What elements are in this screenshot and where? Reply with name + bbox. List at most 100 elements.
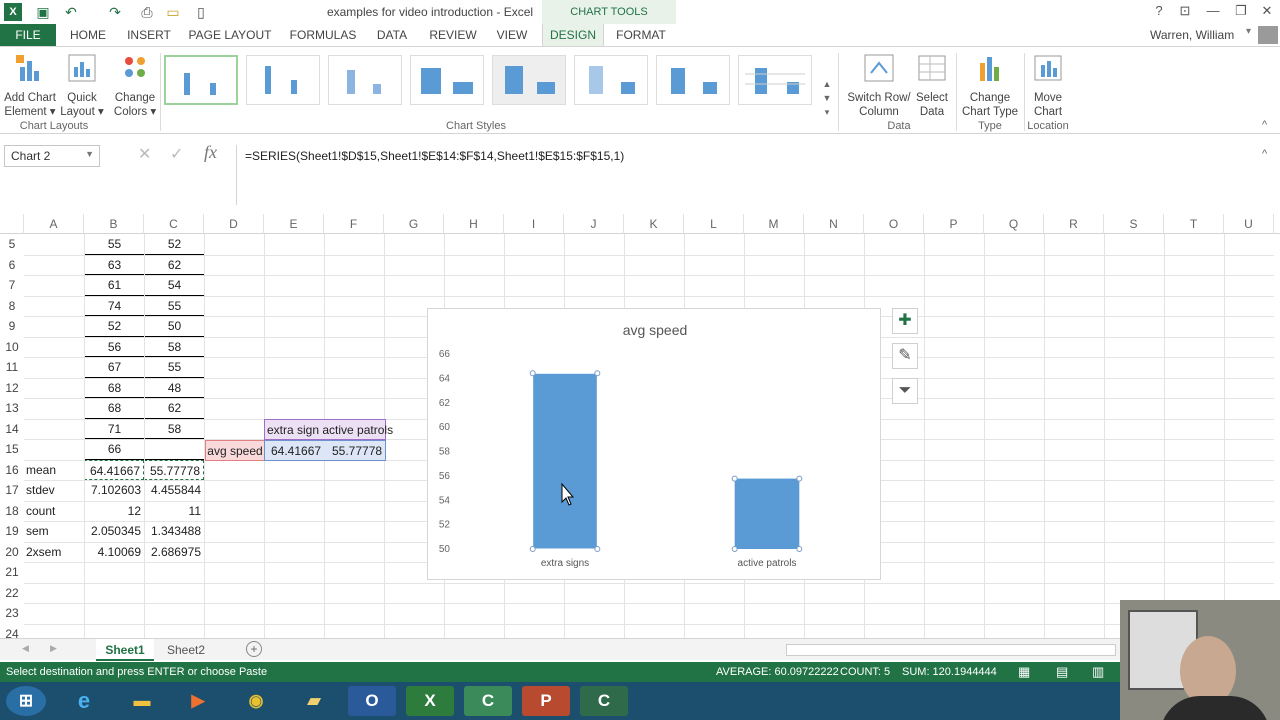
column-header[interactable]: M bbox=[744, 214, 804, 234]
cell-c[interactable]: 48 bbox=[144, 377, 205, 398]
row-header[interactable]: 21 bbox=[0, 562, 24, 583]
cell-b[interactable]: 4.10069 bbox=[84, 542, 144, 563]
sheet-tab-sheet2[interactable]: Sheet2 bbox=[158, 639, 214, 661]
collapse-ribbon-icon[interactable]: ^ bbox=[1262, 119, 1267, 131]
name-box[interactable]: Chart 2 ▼ bbox=[4, 145, 100, 167]
row-header[interactable]: 9 bbox=[0, 316, 24, 337]
page-layout-view-icon[interactable]: ▤ bbox=[1056, 664, 1068, 680]
column-header[interactable]: F bbox=[324, 214, 384, 234]
row-header[interactable]: 17 bbox=[0, 480, 24, 501]
column-header[interactable]: C bbox=[144, 214, 204, 234]
chart-style-7[interactable] bbox=[656, 55, 730, 105]
cell-b[interactable]: 71 bbox=[84, 418, 145, 439]
cell-b[interactable]: 63 bbox=[84, 254, 145, 275]
cell-b[interactable] bbox=[84, 562, 144, 583]
column-header[interactable]: U bbox=[1224, 214, 1274, 234]
cell-b[interactable] bbox=[84, 583, 144, 604]
cell-a[interactable] bbox=[26, 583, 84, 604]
chart-style-8[interactable] bbox=[738, 55, 812, 105]
switch-row-column-button[interactable]: Switch Row/Column bbox=[844, 53, 914, 119]
cell-c[interactable]: 55 bbox=[144, 295, 205, 316]
tab-design[interactable]: DESIGN bbox=[542, 24, 604, 46]
cell-b[interactable]: 64.41667 bbox=[84, 459, 144, 480]
camtasia-recorder-icon[interactable]: C bbox=[580, 686, 628, 716]
tab-format[interactable]: FORMAT bbox=[608, 24, 674, 46]
sheet-tab-sheet1[interactable]: Sheet1 bbox=[96, 639, 154, 661]
user-name[interactable]: Warren, William bbox=[1150, 28, 1234, 42]
powerpoint-icon[interactable]: P bbox=[522, 686, 570, 716]
column-header[interactable]: J bbox=[564, 214, 624, 234]
internet-explorer-icon[interactable]: e bbox=[60, 686, 108, 716]
tab-data[interactable]: DATA bbox=[370, 24, 414, 46]
chart-style-5[interactable] bbox=[492, 55, 566, 105]
cell-a[interactable]: 2xsem bbox=[26, 542, 84, 563]
chart-style-4[interactable] bbox=[410, 55, 484, 105]
column-header[interactable]: B bbox=[84, 214, 144, 234]
row-header[interactable]: 18 bbox=[0, 501, 24, 522]
column-header[interactable]: G bbox=[384, 214, 444, 234]
cell-c[interactable]: 1.343488 bbox=[144, 521, 204, 542]
cancel-icon[interactable]: ✕ bbox=[138, 144, 151, 164]
cell-c[interactable]: 55 bbox=[144, 357, 205, 378]
folder-icon[interactable]: ▰ bbox=[290, 686, 338, 716]
change-chart-type-button[interactable]: Change Chart Type bbox=[958, 53, 1022, 119]
cell-b[interactable]: 67 bbox=[84, 357, 145, 378]
row-header[interactable]: 5 bbox=[0, 234, 24, 255]
cell-b[interactable]: 12 bbox=[84, 501, 144, 522]
cell-b[interactable]: 55 bbox=[84, 234, 145, 255]
row-header[interactable]: 13 bbox=[0, 398, 24, 419]
bar-chart[interactable]: avg speed 50 52 54 56 58 60 62 64 66 extra signs ac… bbox=[428, 309, 882, 581]
file-explorer-icon[interactable]: ▬ bbox=[118, 686, 166, 716]
collapse-formula-icon[interactable]: ^ bbox=[1262, 148, 1267, 160]
chart-elements-plus-icon[interactable]: ✚ bbox=[892, 308, 918, 334]
cell-b[interactable]: 68 bbox=[84, 377, 145, 398]
cell-a[interactable] bbox=[26, 398, 84, 419]
chart-style-6[interactable] bbox=[574, 55, 648, 105]
cell-b[interactable]: 7.102603 bbox=[84, 480, 144, 501]
column-header[interactable]: K bbox=[624, 214, 684, 234]
gallery-scroll[interactable]: ▲ ▼ ▾ bbox=[820, 77, 834, 119]
outlook-icon[interactable]: O bbox=[348, 686, 396, 716]
tab-home[interactable]: HOME bbox=[62, 24, 114, 46]
scroll-right-icon[interactable]: ▶ bbox=[50, 643, 57, 654]
cell-c[interactable] bbox=[144, 603, 204, 624]
chart-object[interactable]: avg speed 50 52 54 56 58 60 62 64 66 extra signs ac… bbox=[427, 308, 881, 580]
cell-b[interactable]: 56 bbox=[84, 336, 145, 357]
cell-b[interactable]: 52 bbox=[84, 316, 145, 337]
cell-c[interactable]: 62 bbox=[144, 254, 205, 275]
tab-formulas[interactable]: FORMULAS bbox=[284, 24, 362, 46]
select-data-button[interactable]: Select Data bbox=[912, 53, 952, 119]
cell-d15-series-name[interactable]: avg speed bbox=[205, 440, 265, 461]
add-chart-element-button[interactable]: Add Chart Element ▾ bbox=[2, 53, 58, 119]
change-colors-button[interactable]: Change Colors ▾ bbox=[110, 53, 160, 119]
cell-c[interactable]: 55.77778 bbox=[144, 459, 204, 480]
cell-a[interactable] bbox=[26, 296, 84, 317]
cell-c[interactable] bbox=[144, 562, 204, 583]
cell-c[interactable]: 4.455844 bbox=[144, 480, 204, 501]
cell-a[interactable]: stdev bbox=[26, 480, 84, 501]
cell-c[interactable] bbox=[144, 439, 205, 460]
cell-a[interactable] bbox=[26, 439, 84, 460]
row-header[interactable]: 6 bbox=[0, 255, 24, 276]
row-header[interactable]: 23 bbox=[0, 603, 24, 624]
column-header[interactable]: E bbox=[264, 214, 324, 234]
tab-insert[interactable]: INSERT bbox=[122, 24, 176, 46]
row-header[interactable]: 20 bbox=[0, 542, 24, 563]
row-header[interactable]: 16 bbox=[0, 460, 24, 481]
cell-a[interactable] bbox=[26, 562, 84, 583]
page-break-view-icon[interactable]: ▥ bbox=[1092, 664, 1104, 680]
column-header[interactable]: H bbox=[444, 214, 504, 234]
chart-style-2[interactable] bbox=[246, 55, 320, 105]
cell-a[interactable] bbox=[26, 234, 84, 255]
column-header[interactable]: Q bbox=[984, 214, 1044, 234]
chevron-down-icon[interactable]: ▼ bbox=[85, 149, 94, 159]
ribbon-display-icon[interactable]: ⊡ bbox=[1174, 3, 1196, 21]
row-header[interactable]: 14 bbox=[0, 419, 24, 440]
cell-c[interactable]: 58 bbox=[144, 336, 205, 357]
column-header[interactable]: T bbox=[1164, 214, 1224, 234]
row-header[interactable]: 22 bbox=[0, 583, 24, 604]
start-button[interactable]: ⊞ bbox=[6, 686, 46, 716]
cell-b[interactable] bbox=[84, 603, 144, 624]
media-player-icon[interactable]: ▶ bbox=[174, 686, 222, 716]
column-header[interactable]: D bbox=[204, 214, 264, 234]
